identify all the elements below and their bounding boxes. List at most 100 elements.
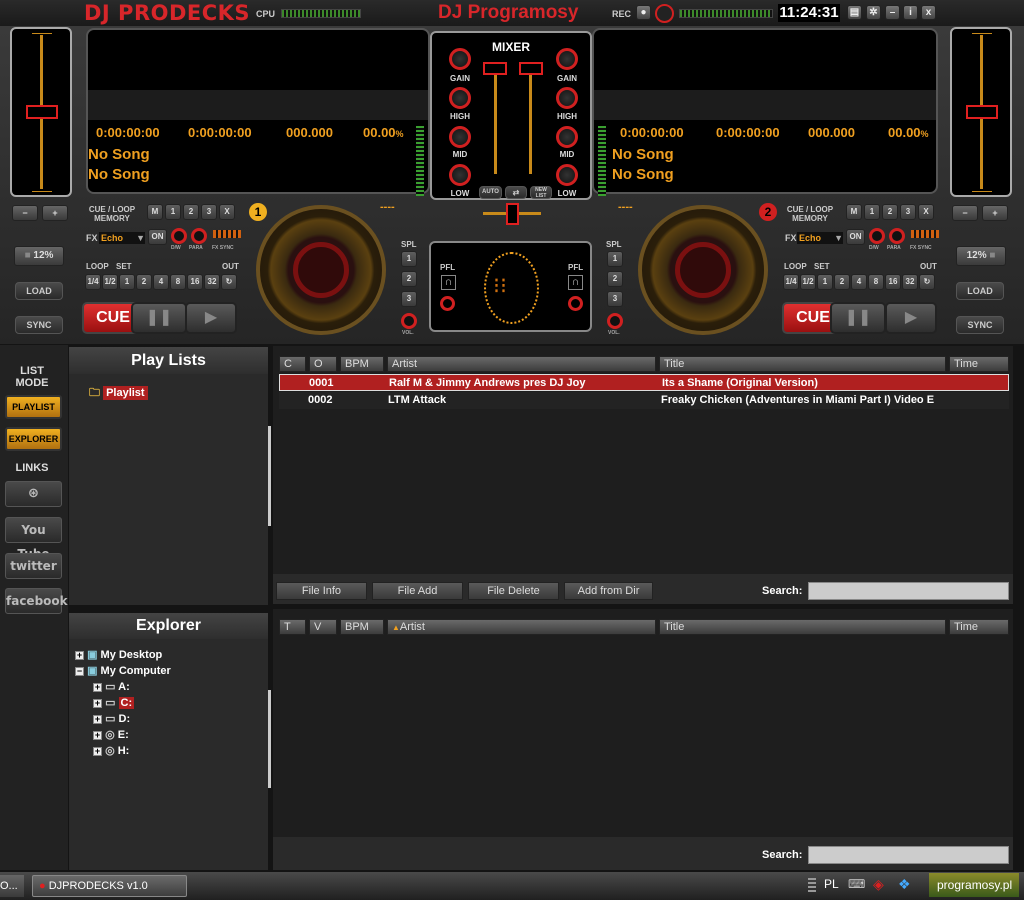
deck1-play-button[interactable]: ▶ (185, 302, 237, 334)
deck2-loop-2-button[interactable]: 2 (834, 274, 850, 290)
deck1-para-knob[interactable] (191, 228, 207, 244)
tree-item-my-computer[interactable]: − ▣ My Computer (75, 664, 171, 677)
deck1-pitch-knob[interactable] (26, 105, 58, 119)
deck2-loop-16-button[interactable]: 16 (885, 274, 901, 290)
pfl-right-knob[interactable] (568, 296, 583, 311)
keyboard-tray-icon[interactable]: ⌨ (848, 877, 865, 891)
deck2-memory-1-button[interactable]: 1 (864, 204, 880, 220)
deck1-pitch-plus-button[interactable]: + (42, 205, 68, 221)
deck1-load-button[interactable]: LOAD (15, 282, 63, 300)
explorer-search-input[interactable] (808, 846, 1009, 864)
deck2-loop-1-button[interactable]: 1 (817, 274, 833, 290)
tree-item-drive-a[interactable]: + ▭ A: (93, 680, 130, 693)
deck1-mid-knob[interactable] (449, 126, 471, 148)
deck1-memory-x-button[interactable]: X (219, 204, 235, 220)
col-c[interactable]: C (279, 356, 306, 372)
deck1-loop-16-button[interactable]: 16 (187, 274, 203, 290)
deck1-memory-m-button[interactable]: M (147, 204, 163, 220)
deck2-load-button[interactable]: LOAD (956, 282, 1004, 300)
deck2-volume-fader[interactable] (519, 62, 543, 75)
col-title-explorer[interactable]: Title (659, 619, 946, 635)
deck2-memory-x-button[interactable]: X (918, 204, 934, 220)
deck2-loop-32-button[interactable]: 32 (902, 274, 918, 290)
web-link-icon[interactable]: ⊛ (5, 481, 62, 507)
col-artist[interactable]: Artist (387, 356, 656, 372)
record-button[interactable]: ● (636, 5, 651, 20)
deck1-pitch-minus-button[interactable]: − (12, 205, 38, 221)
deck2-pause-button[interactable]: ❚❚ (830, 302, 886, 334)
minimize-icon[interactable]: – (885, 5, 900, 20)
col-artist-explorer[interactable]: ▲Artist (387, 619, 656, 635)
deck1-memory-1-button[interactable]: 1 (165, 204, 181, 220)
deck2-high-knob[interactable] (556, 87, 578, 109)
deck1-loop-32-button[interactable]: 32 (204, 274, 220, 290)
tree-item-drive-e[interactable]: + ◎ E: (93, 728, 129, 741)
deck2-loop-4-button[interactable]: 4 (851, 274, 867, 290)
deck2-para-knob[interactable] (889, 228, 905, 244)
deck2-loop-quarter-button[interactable]: 1/4 (783, 274, 799, 290)
explorer-mode-button[interactable]: EXPLORER (5, 427, 62, 451)
expand-icon[interactable]: + (93, 682, 102, 692)
auto-button[interactable]: AUTO (479, 186, 502, 199)
facebook-link-button[interactable]: facebook (5, 588, 68, 614)
deck1-pitch-range-button[interactable]: ■ 12% (14, 246, 64, 266)
deck1-high-knob[interactable] (449, 87, 471, 109)
deck1-loop-4-button[interactable]: 4 (153, 274, 169, 290)
col-title[interactable]: Title (659, 356, 946, 372)
deck1-memory-3-button[interactable]: 3 (201, 204, 217, 220)
col-time-explorer[interactable]: Time (949, 619, 1009, 635)
deck2-fx-on-button[interactable]: ON (846, 229, 865, 245)
deck1-low-knob[interactable] (449, 164, 471, 186)
deck1-pause-button[interactable]: ❚❚ (131, 302, 187, 334)
deck1-sync-button[interactable]: SYNC (15, 316, 63, 334)
deck2-dw-knob[interactable] (869, 228, 885, 244)
deck1-loop-8-button[interactable]: 8 (170, 274, 186, 290)
deck2-memory-m-button[interactable]: M (846, 204, 862, 220)
deck2-pitch-minus-button[interactable]: − (952, 205, 978, 221)
keyboard-icon[interactable]: ▤ (847, 5, 862, 20)
col-bpm-explorer[interactable]: BPM (340, 619, 384, 635)
pfl-right-headphone-icon[interactable]: ∩ (568, 275, 583, 290)
deck1-fx-sync-leds[interactable] (213, 230, 241, 238)
shuffle-icon[interactable]: ⇄ (505, 186, 527, 199)
deck2-fx-select[interactable]: Echo ▼ (797, 232, 843, 244)
deck2-memory-3-button[interactable]: 3 (900, 204, 916, 220)
file-delete-button[interactable]: File Delete (468, 582, 559, 600)
deck1-loop-reset-icon[interactable]: ↻ (221, 274, 237, 290)
youtube-link-button[interactable]: You Tube (5, 517, 62, 561)
expand-icon[interactable]: + (93, 730, 102, 740)
tray-app-icon[interactable]: ◈ (873, 876, 884, 893)
deck2-loop-reset-icon[interactable]: ↻ (919, 274, 935, 290)
deck1-loop-quarter-button[interactable]: 1/4 (85, 274, 101, 290)
file-add-button[interactable]: File Add (372, 582, 463, 600)
file-info-button[interactable]: File Info (276, 582, 367, 600)
deck1-volume-fader[interactable] (483, 62, 507, 75)
table-row[interactable]: 0001 Ralf M & Jimmy Andrews pres DJ Joy … (279, 374, 1009, 391)
deck2-low-knob[interactable] (556, 164, 578, 186)
taskbar-item-partial[interactable]: O... (0, 875, 24, 897)
tree-item-drive-h[interactable]: + ◎ H: (93, 744, 129, 757)
crossfader-knob[interactable] (506, 203, 519, 225)
taskbar-djprodecks-button[interactable]: ● DJPRODECKS v1.0 (32, 875, 187, 897)
spl-right-1-button[interactable]: 1 (607, 251, 623, 267)
collapse-icon[interactable]: − (75, 666, 84, 676)
deck1-fx-select[interactable]: Echo ▼ (99, 232, 145, 244)
new-list-button[interactable]: NEW LIST (530, 186, 552, 199)
pfl-left-headphone-icon[interactable]: ∩ (441, 275, 456, 290)
expand-icon[interactable]: + (93, 746, 102, 756)
splitter-handle-top[interactable] (268, 426, 271, 526)
tree-item-drive-c[interactable]: + ▭ C: (93, 696, 135, 709)
deck1-gain-knob[interactable] (449, 48, 471, 70)
spl-left-1-button[interactable]: 1 (401, 251, 417, 267)
settings-gear-icon[interactable]: ✲ (866, 5, 881, 20)
close-icon[interactable]: x (921, 5, 936, 20)
playlist-mode-button[interactable]: PLAYLIST (5, 395, 62, 419)
tree-item-drive-d[interactable]: + ▭ D: (93, 712, 130, 725)
spl-right-2-button[interactable]: 2 (607, 271, 623, 287)
deck1-dw-knob[interactable] (171, 228, 187, 244)
deck2-pitch-range-button[interactable]: 12% ■ (956, 246, 1006, 266)
language-indicator[interactable]: PL (824, 877, 839, 891)
deck2-gain-knob[interactable] (556, 48, 578, 70)
deck2-play-button[interactable]: ▶ (885, 302, 937, 334)
spl-left-volume-knob[interactable] (401, 313, 417, 329)
